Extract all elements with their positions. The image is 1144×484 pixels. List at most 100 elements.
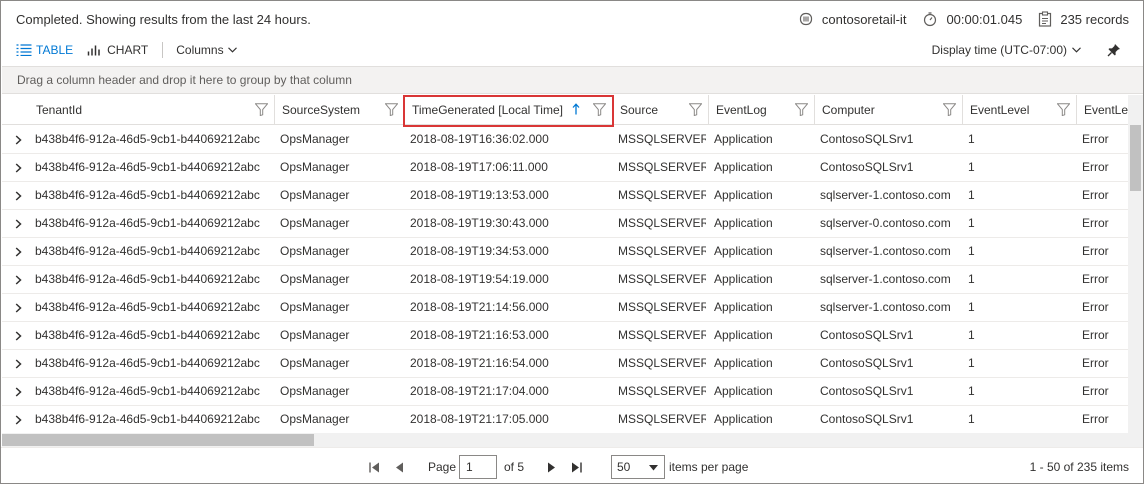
cell-eventlev: Error bbox=[1082, 356, 1109, 370]
cell-tenantid: b438b4f6-912a-46d5-9cb1-b44069212abc bbox=[35, 216, 260, 230]
table-row[interactable]: b438b4f6-912a-46d5-9cb1-b44069212abc OpsM… bbox=[2, 378, 1128, 406]
cell-sourcesystem: OpsManager bbox=[280, 384, 350, 398]
cell-computer: ContosoSQLSrv1 bbox=[820, 356, 914, 370]
workspace-name: contosoretail-it bbox=[821, 11, 907, 27]
table-row[interactable]: b438b4f6-912a-46d5-9cb1-b44069212abc OpsM… bbox=[2, 154, 1128, 182]
cell-computer: ContosoSQLSrv1 bbox=[820, 412, 914, 426]
cell-tenantid: b438b4f6-912a-46d5-9cb1-b44069212abc bbox=[35, 244, 260, 258]
toolbar-divider bbox=[162, 42, 164, 58]
column-header-eventlev[interactable]: EventLev bbox=[1076, 95, 1128, 125]
cell-sourcesystem: OpsManager bbox=[280, 328, 350, 342]
horizontal-scroll-thumb[interactable] bbox=[2, 434, 314, 446]
chevron-right-icon bbox=[15, 387, 22, 397]
table-row[interactable]: b438b4f6-912a-46d5-9cb1-b44069212abc OpsM… bbox=[2, 182, 1128, 210]
column-header-eventlog[interactable]: EventLog bbox=[708, 95, 814, 125]
clipboard-icon bbox=[1039, 11, 1052, 27]
status-message: Completed. Showing results from the last… bbox=[16, 11, 311, 27]
table-row[interactable]: b438b4f6-912a-46d5-9cb1-b44069212abc OpsM… bbox=[2, 322, 1128, 350]
vertical-scrollbar[interactable] bbox=[1128, 95, 1143, 433]
filter-icon bbox=[1056, 103, 1071, 117]
next-page-button[interactable] bbox=[547, 448, 556, 483]
filter-icon bbox=[254, 103, 269, 117]
cell-sourcesystem: OpsManager bbox=[280, 132, 350, 146]
column-filter-button[interactable] bbox=[688, 103, 703, 119]
cell-timegenerated: 2018-08-19T21:16:53.000 bbox=[410, 328, 549, 342]
expand-row-button[interactable] bbox=[15, 246, 22, 260]
column-header-label: TenantId bbox=[36, 103, 83, 117]
cell-timegenerated: 2018-08-19T21:16:54.000 bbox=[410, 356, 549, 370]
expand-row-button[interactable] bbox=[15, 386, 22, 400]
cell-computer: ContosoSQLSrv1 bbox=[820, 160, 914, 174]
column-header-eventlevel[interactable]: EventLevel bbox=[962, 95, 1076, 125]
first-page-icon bbox=[369, 462, 379, 472]
cell-timegenerated: 2018-08-19T21:14:56.000 bbox=[410, 300, 549, 314]
table-view-button[interactable]: TABLE bbox=[16, 43, 73, 57]
cell-computer: sqlserver-1.contoso.com bbox=[820, 244, 951, 258]
status-summary: contosoretail-it 00:00:01.045 235 record… bbox=[782, 1, 1129, 37]
table-row[interactable]: b438b4f6-912a-46d5-9cb1-b44069212abc OpsM… bbox=[2, 294, 1128, 322]
expand-row-button[interactable] bbox=[15, 162, 22, 176]
display-time-dropdown[interactable]: Display time (UTC-07:00) bbox=[932, 43, 1081, 57]
chart-view-button[interactable]: CHART bbox=[87, 43, 148, 57]
expand-row-button[interactable] bbox=[15, 218, 22, 232]
cell-timegenerated: 2018-08-19T21:17:04.000 bbox=[410, 384, 549, 398]
chevron-right-icon bbox=[15, 331, 22, 341]
expand-row-button[interactable] bbox=[15, 358, 22, 372]
column-header-computer[interactable]: Computer bbox=[814, 95, 962, 125]
cell-sourcesystem: OpsManager bbox=[280, 188, 350, 202]
first-page-button[interactable] bbox=[369, 448, 381, 483]
chevron-right-icon bbox=[15, 135, 22, 145]
cell-tenantid: b438b4f6-912a-46d5-9cb1-b44069212abc bbox=[35, 328, 260, 342]
table-row[interactable]: b438b4f6-912a-46d5-9cb1-b44069212abc OpsM… bbox=[2, 406, 1128, 433]
table-row[interactable]: b438b4f6-912a-46d5-9cb1-b44069212abc OpsM… bbox=[2, 126, 1128, 154]
cell-sourcesystem: OpsManager bbox=[280, 244, 350, 258]
previous-page-button[interactable] bbox=[395, 448, 404, 483]
horizontal-scrollbar[interactable] bbox=[2, 433, 1143, 447]
column-header-sourcesystem[interactable]: SourceSystem bbox=[274, 95, 404, 125]
chevron-right-icon bbox=[15, 247, 22, 257]
column-header-source[interactable]: Source bbox=[612, 95, 708, 125]
column-header-tenantid[interactable]: TenantId bbox=[29, 95, 274, 125]
page-size-value: 50 bbox=[617, 460, 631, 474]
column-filter-button[interactable] bbox=[942, 103, 957, 119]
expand-row-button[interactable] bbox=[15, 190, 22, 204]
cell-source: MSSQLSERVER bbox=[618, 132, 706, 146]
table-row[interactable]: b438b4f6-912a-46d5-9cb1-b44069212abc OpsM… bbox=[2, 210, 1128, 238]
cell-eventlog: Application bbox=[714, 328, 773, 342]
chevron-right-icon bbox=[15, 219, 22, 229]
table-row[interactable]: b438b4f6-912a-46d5-9cb1-b44069212abc OpsM… bbox=[2, 266, 1128, 294]
record-count: 235 records bbox=[1060, 11, 1129, 27]
cell-source: MSSQLSERVER bbox=[618, 188, 706, 202]
table-row[interactable]: b438b4f6-912a-46d5-9cb1-b44069212abc OpsM… bbox=[2, 238, 1128, 266]
cell-eventlev: Error bbox=[1082, 188, 1109, 202]
page-size-select[interactable]: 50 bbox=[611, 455, 665, 479]
expand-row-button[interactable] bbox=[15, 330, 22, 344]
expand-row-button[interactable] bbox=[15, 302, 22, 316]
cell-computer: ContosoSQLSrv1 bbox=[820, 132, 914, 146]
column-header-label: SourceSystem bbox=[282, 103, 361, 117]
expand-row-button[interactable] bbox=[15, 414, 22, 428]
last-page-button[interactable] bbox=[570, 448, 582, 483]
cell-computer: sqlserver-1.contoso.com bbox=[820, 300, 951, 314]
expand-row-button[interactable] bbox=[15, 274, 22, 288]
cell-timegenerated: 2018-08-19T19:13:53.000 bbox=[410, 188, 549, 202]
group-by-panel[interactable]: Drag a column header and drop it here to… bbox=[2, 66, 1143, 94]
page-number-input[interactable] bbox=[459, 455, 497, 479]
cell-eventlevel: 1 bbox=[968, 412, 975, 426]
cell-eventlog: Application bbox=[714, 412, 773, 426]
column-filter-button[interactable] bbox=[794, 103, 809, 119]
column-filter-button[interactable] bbox=[254, 103, 269, 119]
expand-row-button[interactable] bbox=[15, 134, 22, 148]
cell-eventlog: Application bbox=[714, 244, 773, 258]
results-grid: TenantId SourceSystem TimeGenerated [Local… bbox=[2, 95, 1128, 433]
pin-icon[interactable] bbox=[1107, 43, 1121, 57]
table-row[interactable]: b438b4f6-912a-46d5-9cb1-b44069212abc OpsM… bbox=[2, 350, 1128, 378]
column-header-label: Source bbox=[620, 103, 659, 117]
cell-eventlev: Error bbox=[1082, 160, 1109, 174]
cell-eventlog: Application bbox=[714, 356, 773, 370]
columns-dropdown[interactable]: Columns bbox=[176, 43, 240, 57]
column-filter-button[interactable] bbox=[384, 103, 399, 119]
toolbar-right: Display time (UTC-07:00) bbox=[932, 37, 1121, 63]
vertical-scroll-thumb[interactable] bbox=[1130, 125, 1141, 191]
column-filter-button[interactable] bbox=[1056, 103, 1071, 119]
